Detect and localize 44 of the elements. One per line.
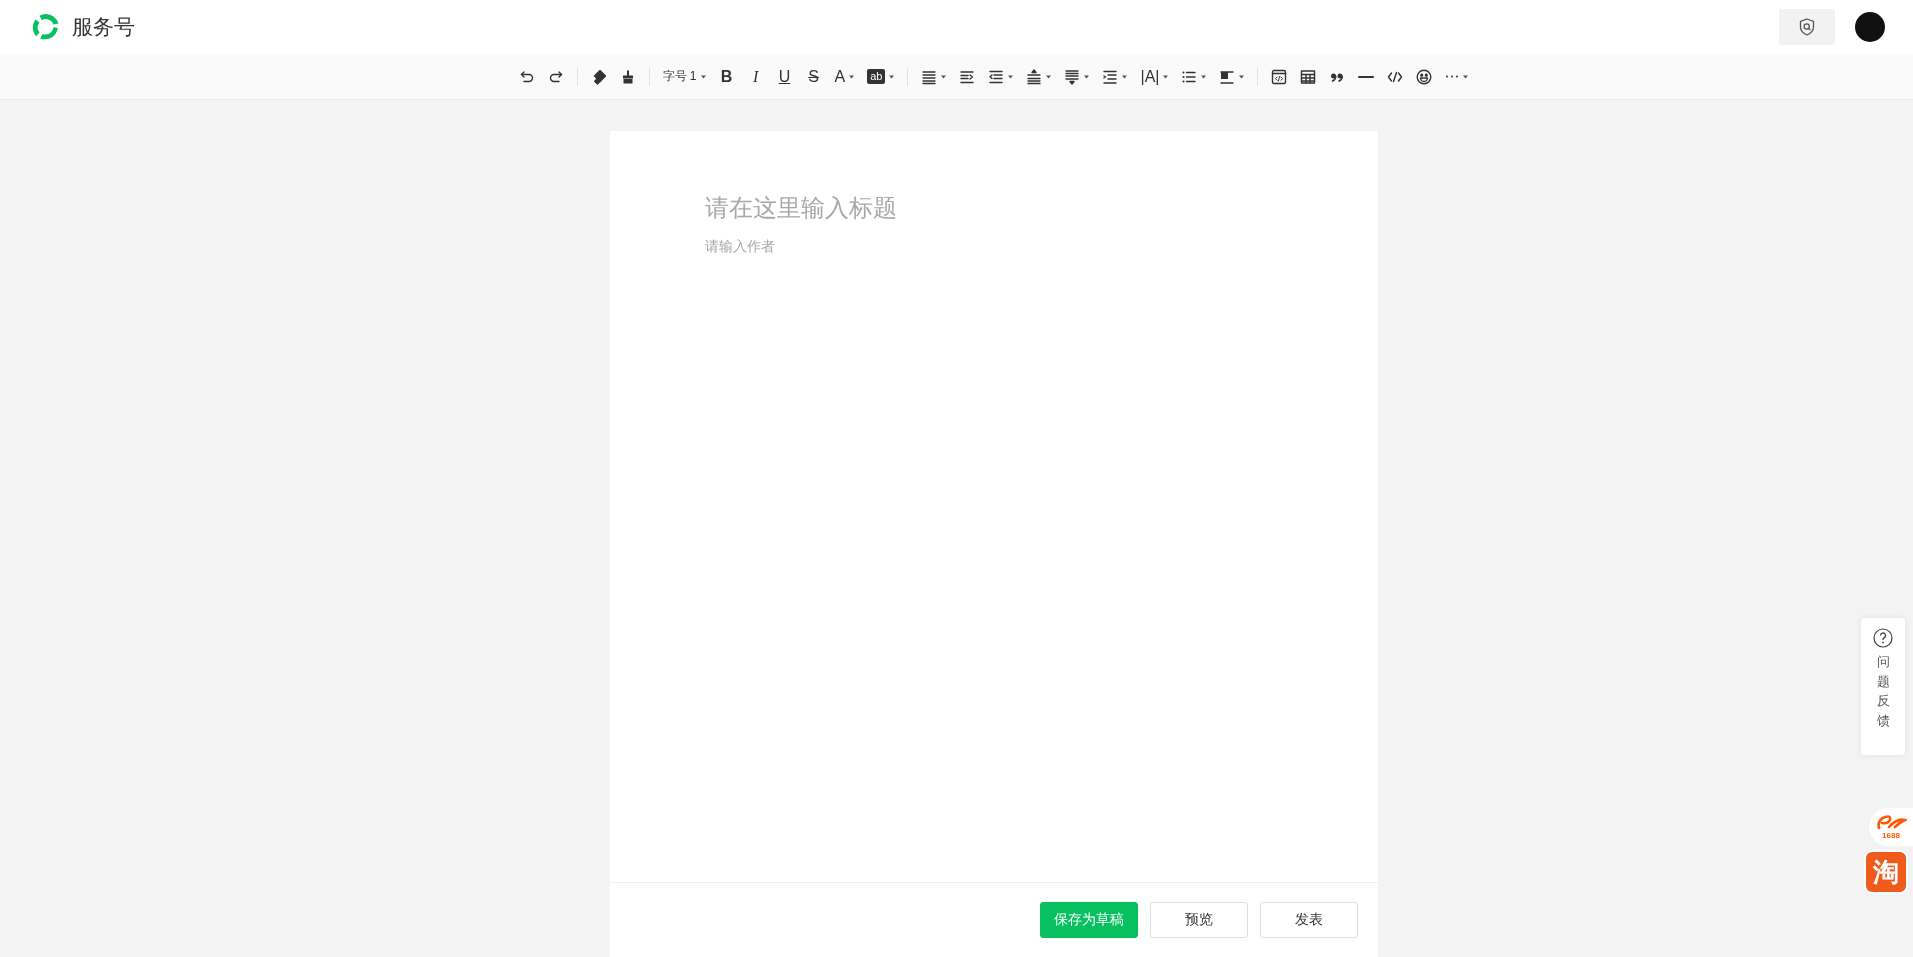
smiley-icon [1416,68,1433,85]
title-input[interactable]: 请在这里输入标题 [704,191,1283,225]
highlight-dropdown[interactable]: ab [865,63,897,90]
ellipsis-icon [1445,75,1460,78]
spacing-icon [1026,68,1043,85]
letter-spacing-dropdown[interactable]: |A| [1138,63,1171,90]
line-height-icon [1102,68,1119,85]
caret-icon [941,74,947,79]
feedback-panel[interactable]: 问题反馈 [1861,618,1905,755]
preview-button[interactable]: 预览 [1149,902,1248,938]
app-title: 服务号 [72,14,135,40]
underline-button[interactable]: U [774,63,795,90]
caret-icon [1163,74,1169,79]
align-icon [921,68,938,85]
caret-icon [700,74,706,79]
caret-icon [1008,74,1014,79]
avatar[interactable] [1855,12,1885,42]
block-align-icon [1219,68,1236,85]
italic-button[interactable]: I [745,63,766,90]
security-button[interactable] [1779,9,1835,45]
spacing-icon [988,68,1005,85]
font-color-dropdown[interactable]: A [832,63,857,90]
caret-icon [1046,74,1052,79]
indent-icon [959,68,976,85]
swoosh-icon [1875,814,1907,832]
publish-button[interactable]: 发表 [1259,902,1358,938]
shield-search-icon [1799,18,1815,36]
caret-icon [1239,74,1245,79]
strikethrough-button[interactable]: S [803,63,824,90]
help-icon [1873,628,1893,648]
author-input[interactable]: 请输入作者 [704,235,1283,257]
caret-icon [1084,74,1090,79]
code-window-icon [1271,68,1288,85]
caret-icon [1201,74,1207,79]
bold-button[interactable]: B [716,63,737,90]
table-icon [1300,68,1317,85]
caret-icon [849,74,855,79]
caret-icon [889,74,895,79]
caret-icon [1122,74,1128,79]
feedback-label: 问题反馈 [1876,653,1890,730]
caret-icon [1463,74,1469,79]
spacing-icon [1064,68,1081,85]
font-size-dropdown[interactable]: 字号 1 [660,63,708,90]
horizontal-rule-icon [1358,75,1375,78]
